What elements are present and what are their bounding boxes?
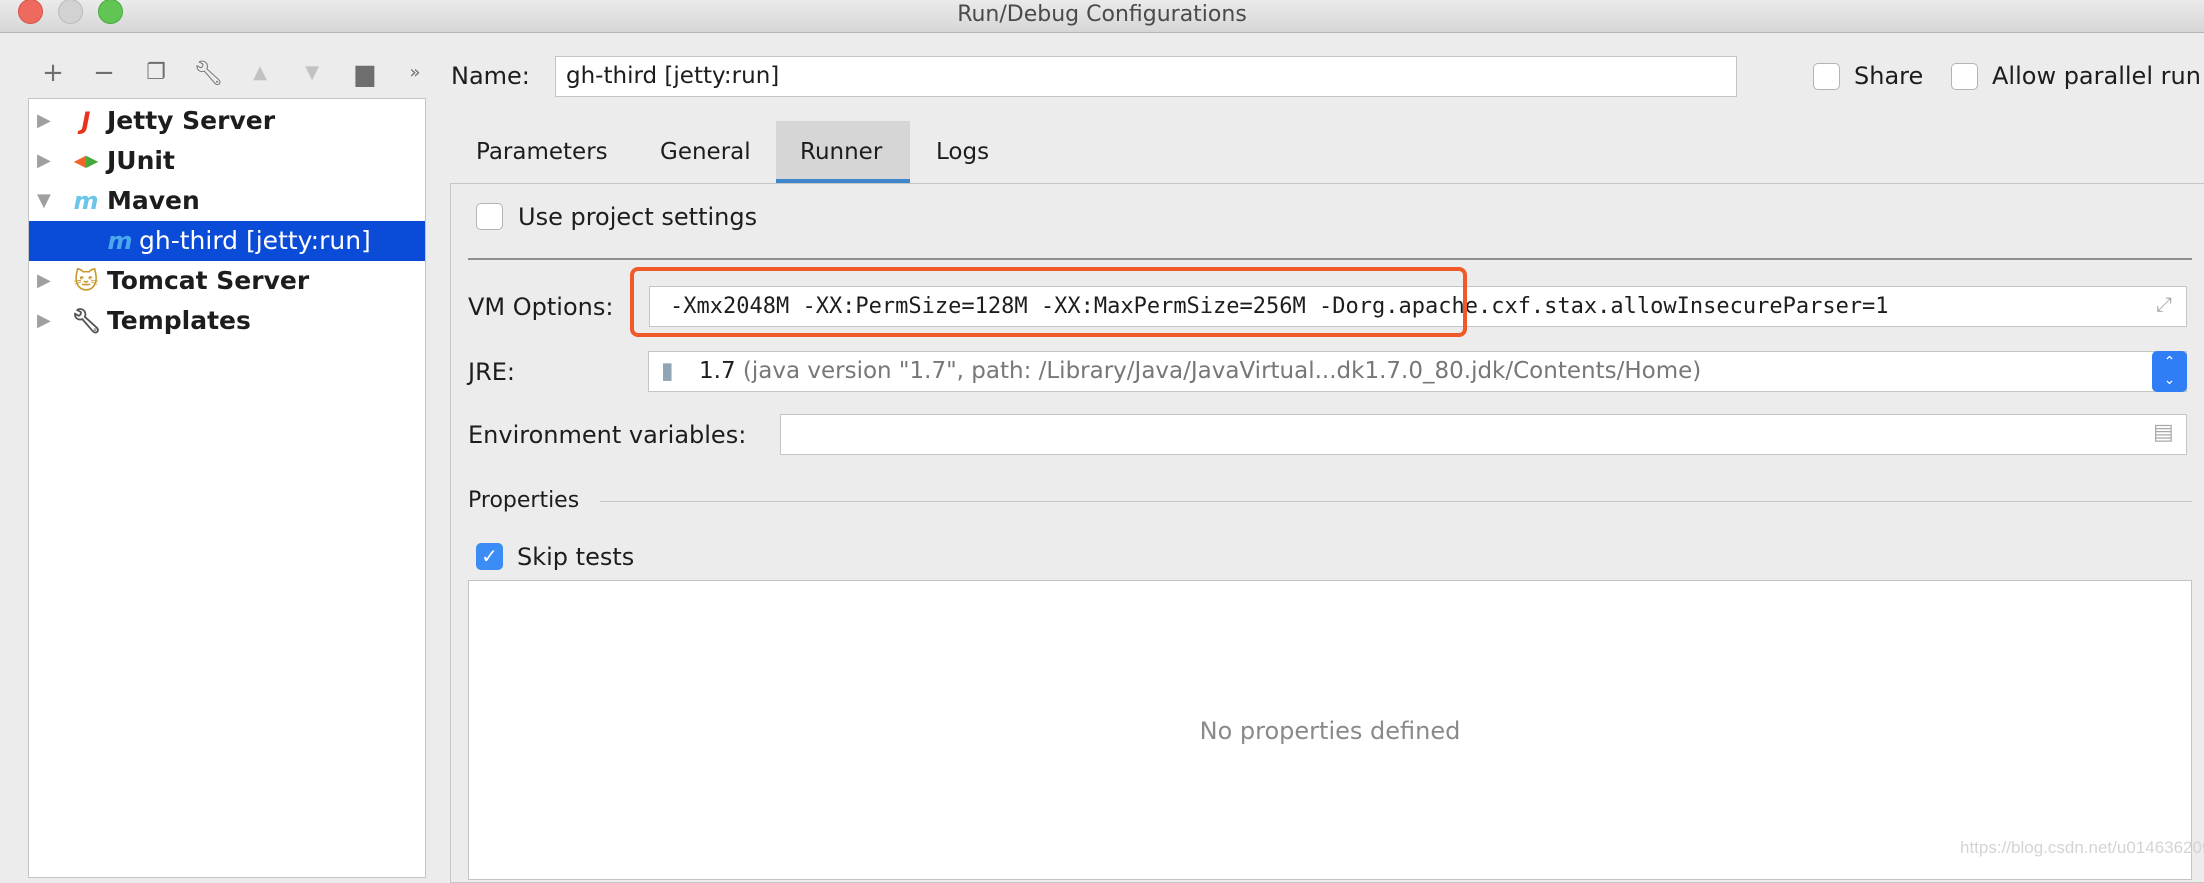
share-checkbox[interactable] xyxy=(1813,63,1840,90)
expand-arrow-icon[interactable]: ▶ xyxy=(37,141,51,181)
window-title: Run/Debug Configurations xyxy=(957,2,1247,27)
highlight-box xyxy=(630,267,1467,337)
expand-arrow-icon[interactable]: ▶ xyxy=(37,301,51,341)
skip-tests-checkbox[interactable]: ✓ xyxy=(476,543,503,570)
tree-item-tomcat-server[interactable]: ▶ 🐱︎ Tomcat Server xyxy=(29,261,425,301)
edit-list-icon[interactable]: ▤ xyxy=(2153,420,2174,445)
maven-icon: m xyxy=(107,227,133,255)
watermark: https://blog.csdn.net/u014636209 xyxy=(1960,838,2204,857)
new-folder-icon[interactable]: ▆ xyxy=(350,58,380,88)
jetty-icon: J xyxy=(81,107,91,135)
close-window-button[interactable] xyxy=(18,0,43,24)
tree-item-templates[interactable]: ▶ 🔧︎ Templates xyxy=(29,301,425,341)
tab-parameters[interactable]: Parameters xyxy=(452,121,632,183)
configuration-tree: ▶ J Jetty Server ▶ ◀▶ JUnit ▼ m Maven m gh-thir… xyxy=(28,98,426,878)
name-label: Name: xyxy=(451,62,530,90)
tree-item-maven[interactable]: ▼ m Maven xyxy=(29,181,425,221)
wrench-icon[interactable]: 🔧︎ xyxy=(193,58,223,88)
expand-arrow-icon[interactable]: ▶ xyxy=(37,101,51,141)
jre-version: 1.7 xyxy=(699,358,736,384)
tab-runner[interactable]: Runner xyxy=(776,121,910,183)
tab-logs[interactable]: Logs xyxy=(912,121,1013,183)
allow-parallel-run-label: Allow parallel run xyxy=(1992,62,2201,90)
junit-icon: ◀▶ xyxy=(73,151,99,170)
tomcat-icon: 🐱︎ xyxy=(73,267,99,295)
vm-options-label: VM Options: xyxy=(468,293,614,321)
properties-separator xyxy=(600,501,2192,502)
wrench-icon: 🔧︎ xyxy=(71,307,102,335)
name-input[interactable]: gh-third [jetty:run] xyxy=(555,56,1737,97)
use-project-settings-label: Use project settings xyxy=(518,203,758,231)
empty-properties-message: No properties defined xyxy=(1199,717,1461,745)
tree-item-jetty-server[interactable]: ▶ J Jetty Server xyxy=(29,101,425,141)
move-up-icon[interactable]: ▲ xyxy=(245,58,275,88)
use-project-settings-checkbox[interactable] xyxy=(476,203,503,230)
jre-detail: (java version "1.7", path: /Library/Java… xyxy=(742,358,1702,384)
skip-tests-label: Skip tests xyxy=(517,543,635,571)
zoom-window-button[interactable] xyxy=(98,0,123,24)
tree-item-gh-third[interactable]: m gh-third [jetty:run] xyxy=(29,221,425,261)
jre-label: JRE: xyxy=(468,358,516,386)
move-down-icon[interactable]: ▼ xyxy=(297,58,327,88)
tree-item-junit[interactable]: ▶ ◀▶ JUnit xyxy=(29,141,425,181)
maven-icon: m xyxy=(73,187,99,215)
plus-icon[interactable]: + xyxy=(38,58,68,88)
environment-variables-input[interactable] xyxy=(780,414,2187,455)
jdk-folder-icon: ▮ xyxy=(661,358,674,384)
share-label: Share xyxy=(1854,62,1924,90)
title-bar: Run/Debug Configurations xyxy=(0,0,2204,33)
tab-general[interactable]: General xyxy=(636,121,775,183)
expand-arrow-icon[interactable]: ▶ xyxy=(37,261,51,301)
minimize-window-button[interactable] xyxy=(58,0,83,24)
more-icon[interactable]: » xyxy=(400,58,430,88)
minus-icon[interactable]: − xyxy=(89,58,119,88)
jre-dropdown-button[interactable]: ⌃ ⌄ xyxy=(2152,351,2187,392)
properties-label: Properties xyxy=(468,488,580,513)
jre-select[interactable]: ▮ 1.7 (java version "1.7", path: /Librar… xyxy=(648,351,2187,392)
collapse-arrow-icon[interactable]: ▼ xyxy=(37,181,51,221)
allow-parallel-run-checkbox[interactable] xyxy=(1951,63,1978,90)
separator xyxy=(468,258,2192,260)
environment-variables-label: Environment variables: xyxy=(468,421,747,449)
copy-icon[interactable]: ❐ xyxy=(141,58,171,88)
expand-icon[interactable]: ⤢ xyxy=(2156,292,2172,316)
